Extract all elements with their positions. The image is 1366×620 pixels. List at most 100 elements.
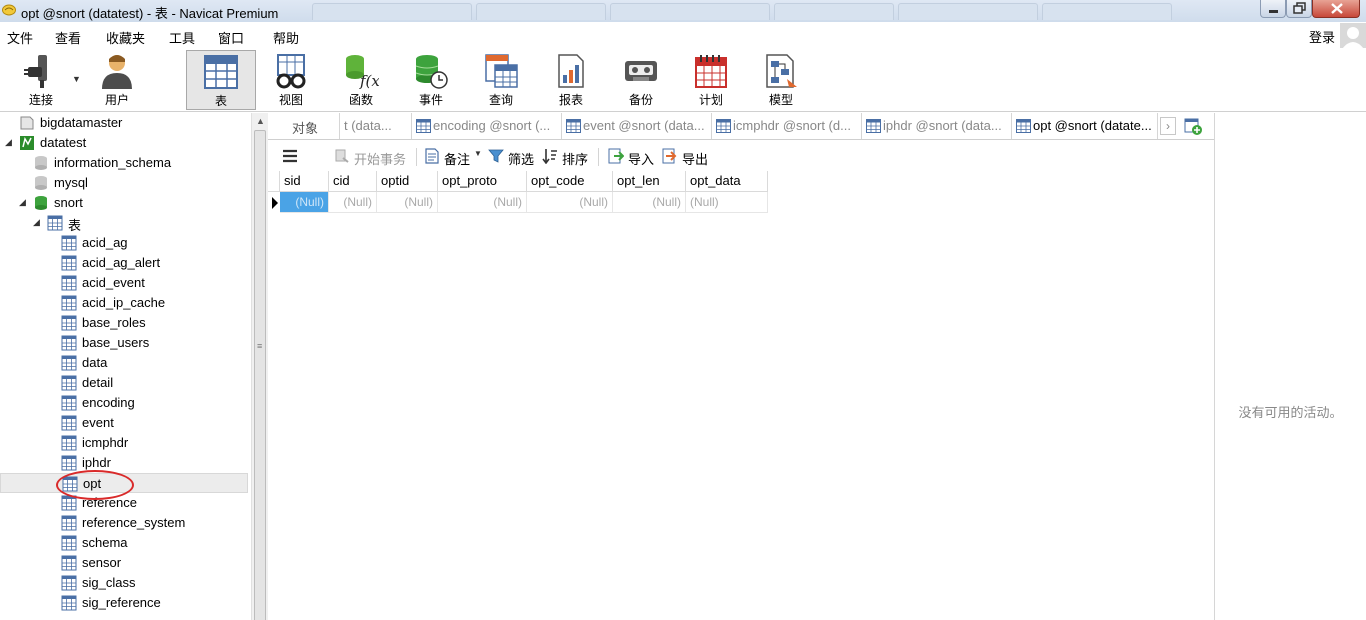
tab-event[interactable]: event @snort (data... — [562, 113, 712, 139]
taskbar-ghost-tab — [610, 3, 770, 20]
tree-table-event[interactable]: event — [0, 413, 248, 433]
backup-button[interactable]: 备份 — [606, 50, 676, 110]
tree-table-acid-ip-cache[interactable]: acid_ip_cache — [0, 293, 248, 313]
tree-table-iphdr[interactable]: iphdr — [0, 453, 248, 473]
tree-table-label: acid_ag_alert — [82, 255, 161, 270]
taskbar-ghost-tab — [312, 3, 472, 20]
table-icon — [61, 315, 77, 331]
close-button[interactable] — [1312, 0, 1360, 18]
tree-table-encoding[interactable]: encoding — [0, 393, 248, 413]
maximize-button[interactable] — [1286, 0, 1312, 18]
report-button[interactable]: 报表 — [536, 50, 606, 110]
function-button[interactable]: f(x) 函数 — [326, 50, 396, 110]
tree-table-icmphdr[interactable]: icmphdr — [0, 433, 248, 453]
taskbar-ghost-tab — [898, 3, 1038, 20]
annotation-circle — [56, 470, 134, 500]
taskbar-ghost-tab — [476, 3, 606, 20]
tree-table-sig-reference[interactable]: sig_reference — [0, 593, 248, 613]
menu-file[interactable]: 文件 — [7, 28, 33, 47]
column-header-sid[interactable]: sid — [280, 171, 329, 192]
table-icon — [716, 119, 731, 133]
menu-button[interactable] — [282, 148, 300, 166]
table-cell[interactable]: (Null) — [438, 192, 527, 213]
query-button[interactable]: 查询 — [466, 50, 536, 110]
tree-table-reference-system[interactable]: reference_system — [0, 513, 248, 533]
column-header-optid[interactable]: optid — [377, 171, 438, 192]
menu-tools[interactable]: 工具 — [169, 28, 195, 47]
menu-help[interactable]: 帮助 — [273, 28, 299, 47]
tree-table-sig-class[interactable]: sig_class — [0, 573, 248, 593]
menu-view[interactable]: 查看 — [55, 28, 81, 47]
scroll-up-icon[interactable]: ▲ — [256, 116, 265, 126]
tree-table-acid-ag[interactable]: acid_ag — [0, 233, 248, 253]
tree-connection-datatest[interactable]: ◢ datatest — [0, 133, 248, 153]
tree-table-label: sig_class — [82, 575, 136, 590]
avatar[interactable] — [1340, 23, 1366, 49]
table-cell[interactable]: (Null) — [329, 192, 377, 213]
tab-opt[interactable]: opt @snort (datate... — [1012, 113, 1158, 139]
menu-favorites[interactable]: 收藏夹 — [106, 28, 145, 47]
tree-folder-tables[interactable]: ◢ 表 — [0, 213, 248, 233]
tree-table-detail[interactable]: detail — [0, 373, 248, 393]
tree-table-acid-ag-alert[interactable]: acid_ag_alert — [0, 253, 248, 273]
tab-scroll-right-button[interactable]: › — [1160, 117, 1176, 135]
tree-connection-bigdatamaster[interactable]: bigdatamaster — [0, 113, 248, 133]
column-header-opt-len[interactable]: opt_len — [613, 171, 686, 192]
tree-scroll-thumb[interactable]: ≡ — [254, 130, 266, 620]
tree-expanded-icon[interactable]: ◢ — [5, 137, 12, 148]
sort-button[interactable]: 排序 — [542, 148, 592, 167]
column-header-opt-code[interactable]: opt_code — [527, 171, 613, 192]
table-cell[interactable]: (Null) — [613, 192, 686, 213]
table-button[interactable]: 表 — [186, 50, 256, 110]
tree-expanded-icon[interactable]: ◢ — [19, 197, 26, 208]
tab-objects[interactable]: 对象 — [268, 113, 340, 139]
view-button[interactable]: 视图 — [256, 50, 326, 110]
main-toolbar: 连接 ▼ 用户 表 视图 f(函数 事件 查询 报表 备份 计划 模型 — [0, 48, 1366, 112]
tree-database-information-schema[interactable]: information_schema — [0, 153, 248, 173]
tab-encoding[interactable]: encoding @snort (... — [412, 113, 562, 139]
tree-expanded-icon[interactable]: ◢ — [33, 217, 40, 228]
tree-table-label: iphdr — [82, 455, 111, 470]
tree-table-reference[interactable]: reference — [0, 493, 248, 513]
tab-icmphdr[interactable]: icmphdr @snort (d... — [712, 113, 862, 139]
user-button[interactable]: 用户 — [82, 50, 152, 110]
tree-database-mysql[interactable]: mysql — [0, 173, 248, 193]
chevron-down-icon[interactable]: ▼ — [474, 149, 482, 158]
tree-database-snort[interactable]: ◢ snort — [0, 193, 248, 213]
column-header-cid[interactable]: cid — [329, 171, 377, 192]
model-button[interactable]: 模型 — [746, 50, 816, 110]
table-cell[interactable]: (Null) — [686, 192, 768, 213]
event-button[interactable]: 事件 — [396, 50, 466, 110]
user-label: 用户 — [104, 93, 129, 107]
note-icon — [425, 148, 439, 164]
tab-iphdr[interactable]: iphdr @snort (data... — [862, 113, 1012, 139]
calendar-icon — [695, 55, 727, 88]
tree-scrollbar[interactable]: ▲ ≡ — [251, 113, 268, 620]
table-cell[interactable]: (Null) — [377, 192, 438, 213]
comment-button[interactable]: 备注 ▼ — [424, 148, 486, 167]
import-button[interactable]: 导入 — [608, 148, 658, 167]
new-tab-button[interactable] — [1182, 116, 1204, 136]
tree-table-acid-event[interactable]: acid_event — [0, 273, 248, 293]
function-icon: f(x) — [346, 55, 379, 89]
tree-table-base-users[interactable]: base_users — [0, 333, 248, 353]
tree-table-base-roles[interactable]: base_roles — [0, 313, 248, 333]
column-header-opt-proto[interactable]: opt_proto — [438, 171, 527, 192]
table-cell[interactable]: (Null) — [527, 192, 613, 213]
chevron-down-icon[interactable]: ▼ — [72, 74, 81, 84]
column-header-opt-data[interactable]: opt_data — [686, 171, 768, 192]
filter-button[interactable]: 筛选 — [488, 148, 538, 167]
tree-table-sensor[interactable]: sensor — [0, 553, 248, 573]
minimize-button[interactable] — [1260, 0, 1286, 18]
begin-transaction-button[interactable]: 开始事务 — [334, 148, 414, 167]
table-cell[interactable]: (Null) — [280, 192, 329, 213]
connect-button[interactable]: 连接 — [6, 50, 76, 110]
schedule-button[interactable]: 计划 — [676, 50, 746, 110]
tab-t[interactable]: t (data... — [340, 113, 412, 139]
menu-window[interactable]: 窗口 — [218, 28, 244, 47]
export-button[interactable]: 导出 — [662, 148, 712, 167]
login-link[interactable]: 登录 — [1309, 27, 1335, 46]
navigation-tree: bigdatamaster ◢ datatest information_sch… — [0, 113, 251, 620]
tree-table-data[interactable]: data — [0, 353, 248, 373]
tree-table-schema[interactable]: schema — [0, 533, 248, 553]
